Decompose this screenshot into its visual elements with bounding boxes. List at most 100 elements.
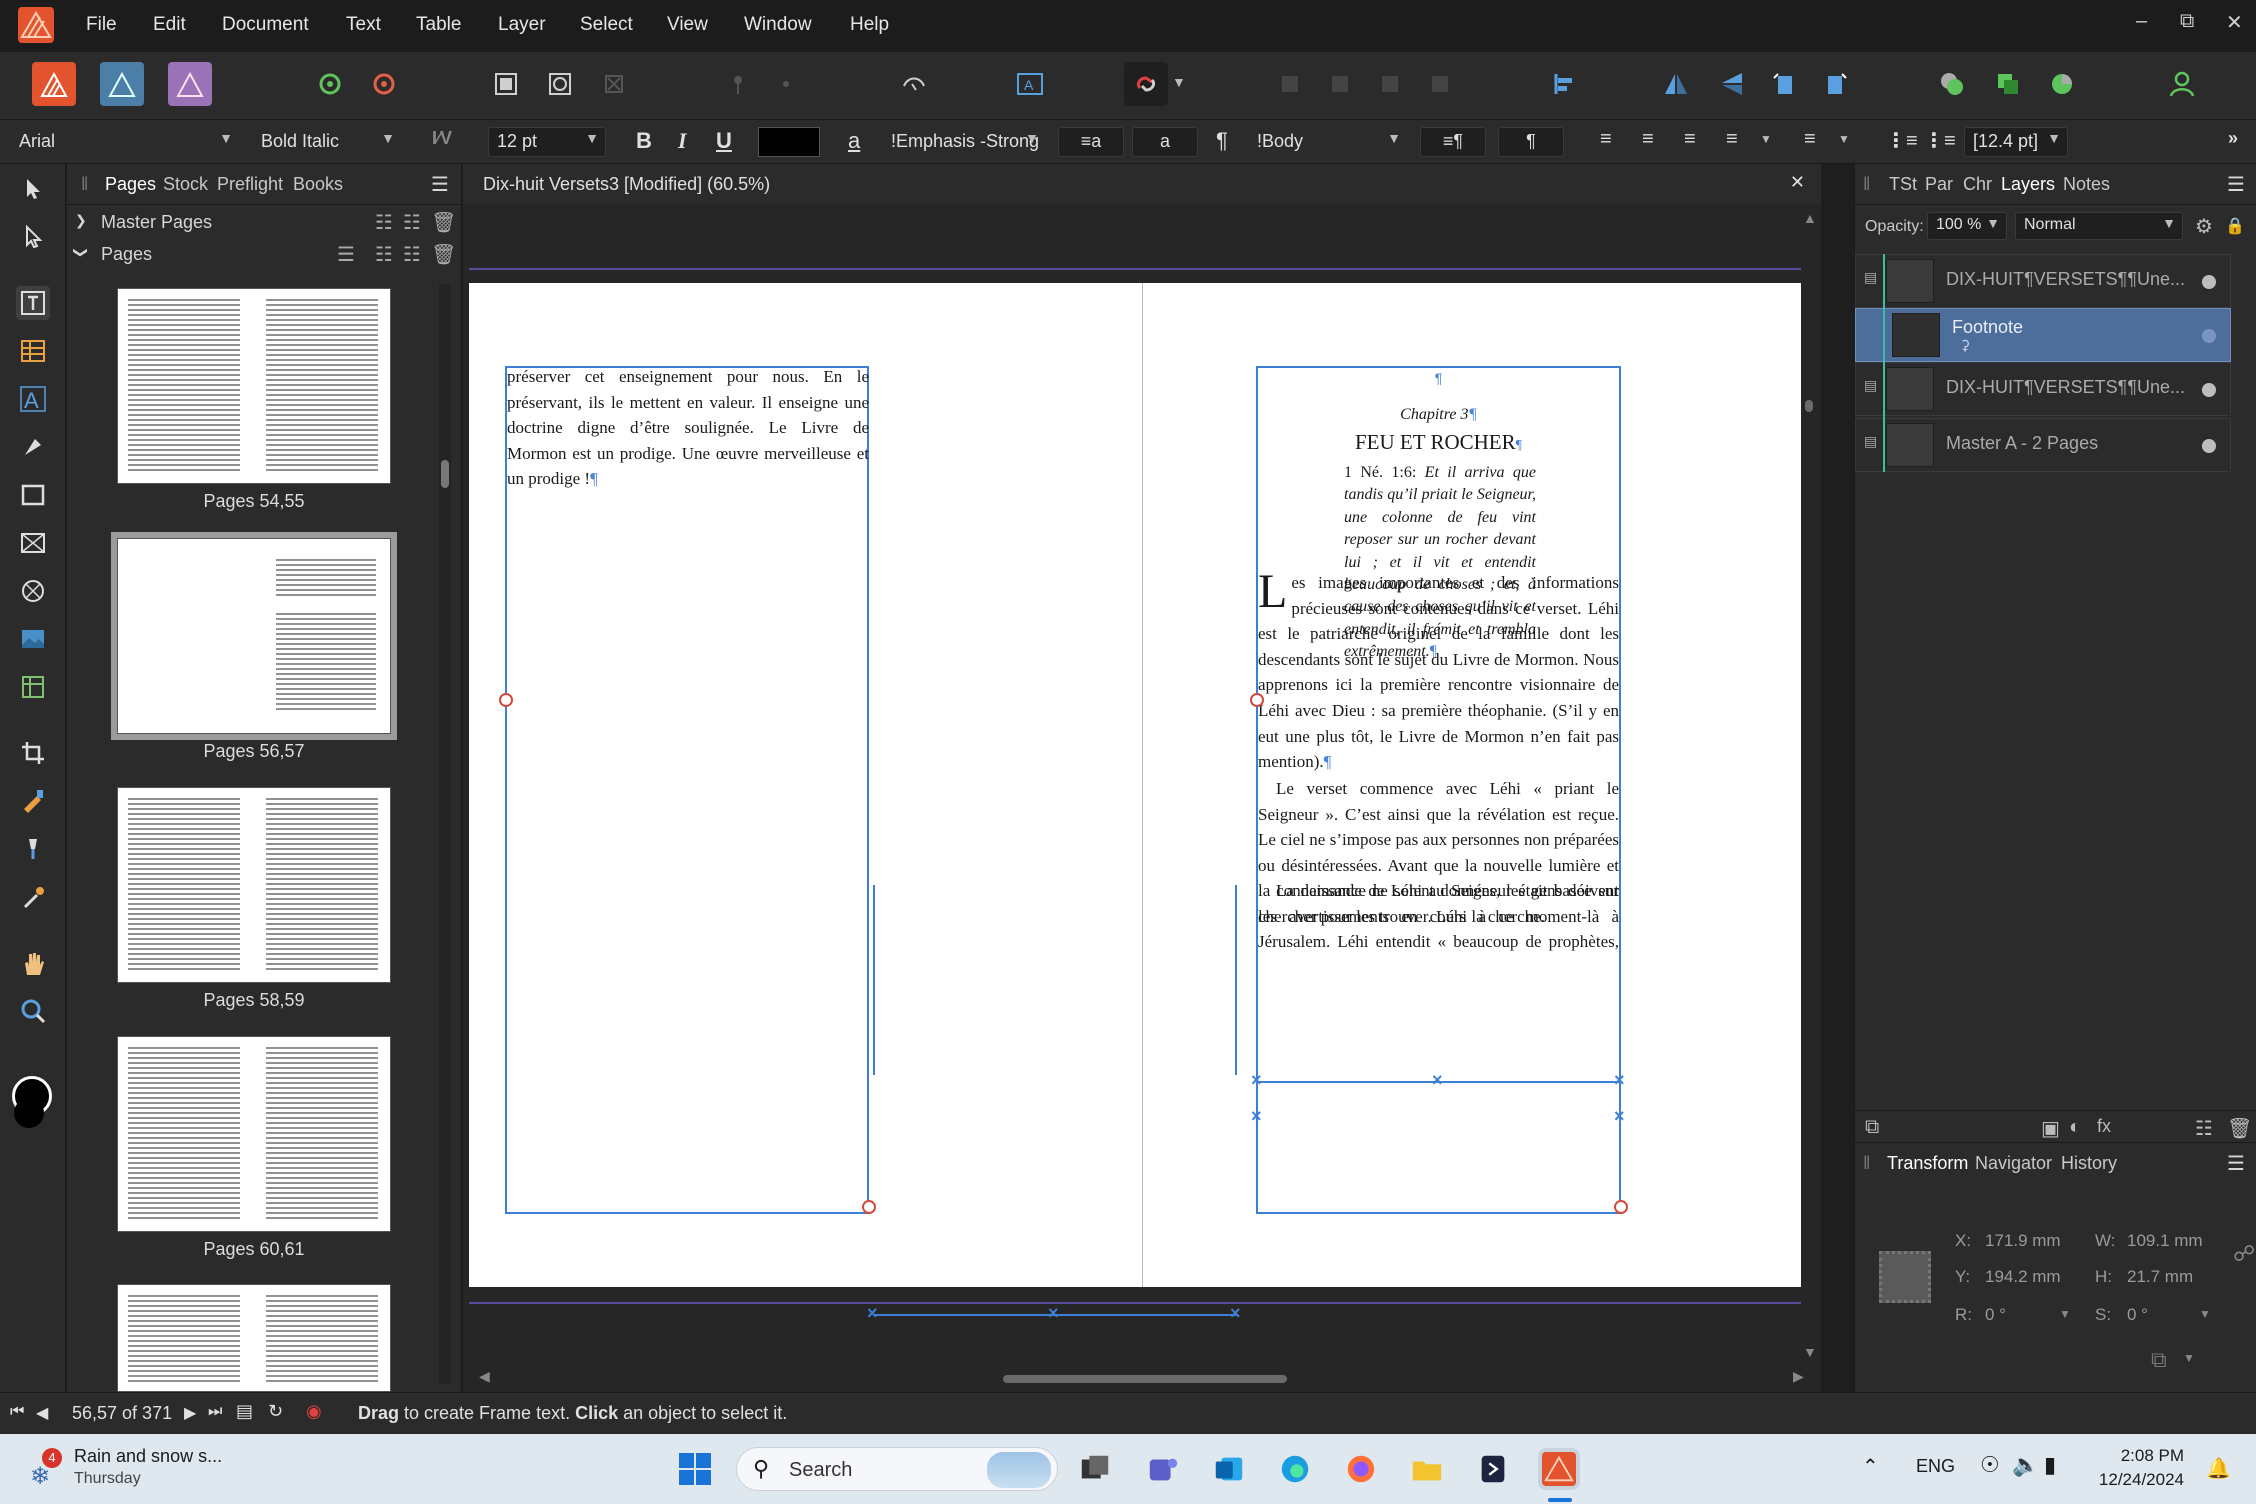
tab-pages[interactable]: Pages <box>105 174 156 195</box>
picture-frame-tool-icon[interactable] <box>16 526 50 560</box>
flip-horizontal-icon[interactable] <box>1654 62 1698 106</box>
frame-handle[interactable] <box>862 1200 876 1214</box>
layer-visibility-toggle[interactable] <box>2202 329 2216 343</box>
first-page-icon[interactable]: ⏮ <box>10 1403 24 1421</box>
ellipse-frame-tool-icon[interactable] <box>16 574 50 608</box>
font-family-select[interactable]: Arial ▼ <box>10 127 240 157</box>
vertical-align-icon[interactable]: ≡ <box>1804 128 1816 151</box>
tab-character[interactable]: Chr <box>1963 174 1992 195</box>
w-field[interactable]: 109.1 mm <box>2127 1231 2203 1251</box>
fill-color-swatch[interactable] <box>14 1098 44 1128</box>
page-thumbnail-selected[interactable] <box>111 532 397 740</box>
battery-icon[interactable]: ▮ <box>2044 1452 2056 1478</box>
tab-history[interactable]: History <box>2061 1153 2117 1174</box>
leading-select[interactable]: [12.4 pt] ▼ <box>1964 127 2068 157</box>
file-explorer-icon[interactable] <box>1406 1448 1448 1490</box>
paragraph-style-panel-button[interactable]: ≡¶ <box>1420 127 1486 157</box>
language-indicator[interactable]: ENG <box>1916 1456 1955 1477</box>
frame-handle[interactable] <box>499 693 513 707</box>
y-field[interactable]: 194.2 mm <box>1985 1267 2061 1287</box>
chevron-down-icon[interactable]: ▼ <box>1172 74 1186 90</box>
pen-tool-icon[interactable] <box>16 430 50 464</box>
gear-icon[interactable]: ⚙ <box>2195 214 2213 239</box>
italic-button[interactable]: I <box>678 128 687 154</box>
layer-row-selected[interactable]: Footnote ⚳ <box>1855 308 2231 362</box>
tab-layers[interactable]: Layers <box>2001 174 2055 195</box>
link-icon[interactable] <box>1124 62 1168 106</box>
layer-options-icon[interactable]: ⧉ <box>1865 1116 1879 1139</box>
add-page-icon[interactable]: ☷ <box>375 242 393 267</box>
tab-navigator[interactable]: Navigator <box>1975 1153 2052 1174</box>
taskbar-search-box[interactable]: ⚲ Search <box>736 1447 1058 1491</box>
chevron-down-icon[interactable]: ▼ <box>2183 1351 2195 1365</box>
boolean-subtract-icon[interactable] <box>1986 62 2030 106</box>
master-pages-section[interactable]: Master Pages <box>101 212 212 233</box>
selection-handle[interactable]: × <box>1048 1303 1059 1324</box>
menu-help[interactable]: Help <box>850 14 889 36</box>
justify-text-icon[interactable]: ≡ <box>1726 128 1738 151</box>
teams-icon[interactable] <box>1142 1448 1184 1490</box>
close-window-icon[interactable]: ✕ <box>2226 10 2243 35</box>
menu-view[interactable]: View <box>667 14 708 36</box>
transparency-tool-icon[interactable] <box>16 832 50 866</box>
font-style-select[interactable]: Bold Italic ▼ <box>252 127 402 157</box>
anchor-selector[interactable] <box>1879 1251 1931 1303</box>
weather-title[interactable]: Rain and snow s... <box>74 1446 222 1467</box>
tab-text-styles[interactable]: TSt <box>1889 174 1917 195</box>
clock-date[interactable]: 12/24/2024 <box>2088 1470 2184 1490</box>
wifi-icon[interactable]: ☉ <box>1980 1452 2000 1478</box>
weather-widget-icon[interactable]: ❄ 4 <box>20 1448 62 1490</box>
clear-para-style-button[interactable]: ¶ <box>1498 127 1564 157</box>
document-tab[interactable]: Dix-huit Versets3 [Modified] (60.5%) ✕ <box>463 164 1821 204</box>
character-style-panel-button[interactable]: ≡a <box>1058 127 1124 157</box>
layer-row[interactable]: ▤ DIX-HUIT¶VERSETS¶¶Une... <box>1855 254 2231 308</box>
font-size-select[interactable]: 12 pt ▼ <box>488 127 606 157</box>
app-shortcut-icon[interactable] <box>1472 1448 1514 1490</box>
align-left-text-icon[interactable]: ≡ <box>1600 128 1612 151</box>
menu-file[interactable]: File <box>86 14 117 36</box>
tab-books[interactable]: Books <box>293 174 343 195</box>
menu-text[interactable]: Text <box>346 14 381 36</box>
menu-select[interactable]: Select <box>580 14 633 36</box>
table-tool-icon[interactable] <box>16 334 50 368</box>
lock-icon[interactable]: 🔒 <box>2225 216 2245 236</box>
tab-paragraph[interactable]: Par <box>1925 174 1953 195</box>
menu-document[interactable]: Document <box>222 14 309 36</box>
tab-transform[interactable]: Transform <box>1887 1153 1968 1174</box>
settings-alt-icon[interactable] <box>362 62 406 106</box>
transform-origin-icon[interactable]: ⧉ <box>2151 1347 2167 1373</box>
affinity-publisher-taskbar-icon[interactable] <box>1538 1448 1580 1490</box>
fx-icon[interactable]: fx <box>2097 1116 2111 1137</box>
gear-icon[interactable] <box>308 62 352 106</box>
mask-icon[interactable]: ▣ <box>2041 1116 2060 1141</box>
selection-handle[interactable]: × <box>1614 1106 1625 1127</box>
pages-scrollbar[interactable] <box>439 284 451 1384</box>
bullet-list-icon[interactable]: ⋮≡ <box>1886 128 1918 153</box>
numbered-list-icon[interactable]: ⋮≡ <box>1924 128 1956 153</box>
left-page-text[interactable]: préserver cet enseignement pour nous. En… <box>507 364 869 492</box>
clear-char-style-button[interactable]: a <box>1132 127 1198 157</box>
character-style-icon[interactable]: a <box>848 128 860 154</box>
pages-section[interactable]: Pages <box>101 244 152 265</box>
frame-text-tool-icon[interactable] <box>16 286 50 320</box>
bold-button[interactable]: B <box>636 128 652 154</box>
delete-master-icon[interactable]: 🗑 <box>431 210 456 235</box>
close-document-icon[interactable]: ✕ <box>1790 172 1805 193</box>
affinity-publisher-logo-icon[interactable] <box>18 7 54 43</box>
frame-handle[interactable] <box>1250 693 1264 707</box>
panel-grip-icon[interactable]: ‖ <box>1863 174 1870 195</box>
spread-toggle-icon[interactable]: ↻ <box>268 1401 283 1422</box>
rotate-right-icon[interactable] <box>1814 62 1858 106</box>
duplicate-page-icon[interactable]: ☷ <box>403 242 421 267</box>
menu-layer[interactable]: Layer <box>498 14 546 36</box>
notification-bell-icon[interactable]: 🔔 <box>2206 1456 2231 1481</box>
text-wrap-icon[interactable] <box>892 62 936 106</box>
photo-persona-icon[interactable] <box>168 62 212 106</box>
chevron-down-icon[interactable]: ▼ <box>1838 132 1850 146</box>
selection-handle[interactable]: × <box>867 1303 878 1324</box>
crop-tool-icon[interactable] <box>16 736 50 770</box>
panel-menu-icon[interactable]: ☰ <box>2227 172 2245 197</box>
delete-page-icon[interactable]: 🗑 <box>431 242 456 267</box>
page-thumbnail[interactable] <box>117 1284 391 1392</box>
vertical-scrollbar-thumb[interactable] <box>1805 400 1813 412</box>
